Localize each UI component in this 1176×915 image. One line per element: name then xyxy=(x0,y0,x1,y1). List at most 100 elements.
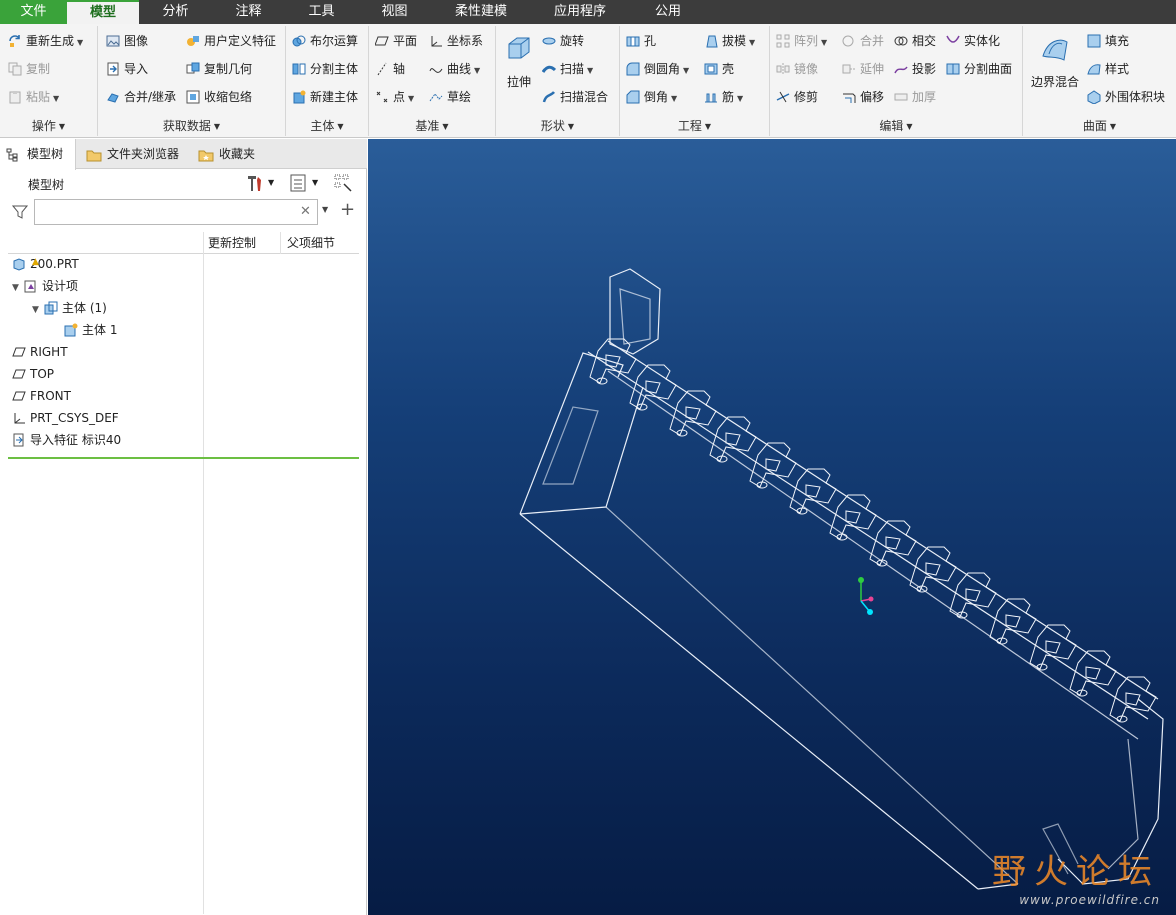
revolve-button[interactable]: 旋转 xyxy=(542,30,584,52)
axis-button[interactable]: 轴 xyxy=(375,58,405,80)
tab-flexible-modeling[interactable]: 柔性建模 xyxy=(431,0,531,24)
paste-button[interactable]: 粘贴 ▼ xyxy=(8,86,59,108)
boundary-blend-button[interactable]: 边界混合 xyxy=(1027,34,1083,90)
group-editing-label[interactable]: 编辑 ▼ xyxy=(770,118,1022,134)
split-surface-button[interactable]: 分割曲面 xyxy=(946,58,1012,80)
udf-button[interactable]: 用户定义特征 xyxy=(186,30,276,52)
chevron-down-icon[interactable]: ▼ xyxy=(77,38,83,47)
hole-button[interactable]: 孔 xyxy=(626,30,656,52)
shell-button[interactable]: 壳 xyxy=(704,58,734,80)
group-surfaces-label[interactable]: 曲面 ▼ xyxy=(1023,118,1176,134)
solidify-button[interactable]: 实体化 xyxy=(946,30,1000,52)
tree-item[interactable]: ▼ 设计项 xyxy=(12,275,78,297)
intersect-button[interactable]: 相交 xyxy=(894,30,936,52)
chevron-down-icon[interactable]: ▼ xyxy=(268,172,282,194)
group-datum-label[interactable]: 基准 ▼ xyxy=(369,118,495,134)
tab-utilities[interactable]: 公用 xyxy=(629,0,707,24)
project-button[interactable]: 投影 xyxy=(894,58,936,80)
tab-favorites[interactable]: 收藏夹 xyxy=(192,139,272,169)
import-button[interactable]: 导入 xyxy=(106,58,148,80)
chevron-down-icon[interactable]: ▼ xyxy=(683,66,689,75)
tree-settings-button[interactable] xyxy=(244,172,266,194)
copy-button[interactable]: 复制 xyxy=(8,58,50,80)
thicken-button[interactable]: 加厚 xyxy=(894,86,936,108)
chevron-down-icon[interactable]: ▼ xyxy=(53,94,59,103)
show-columns-button[interactable] xyxy=(288,172,310,194)
filter-icon[interactable] xyxy=(12,204,28,220)
column-update-control[interactable]: 更新控制 xyxy=(208,232,256,254)
column-parent-details[interactable]: 父项细节 xyxy=(287,232,335,254)
search-input[interactable] xyxy=(34,199,318,225)
group-engineering-label[interactable]: 工程 ▼ xyxy=(620,118,769,134)
tree-item[interactable]: RIGHT xyxy=(12,341,68,363)
chevron-down-icon[interactable]: ▼ xyxy=(587,66,593,75)
tab-applications[interactable]: 应用程序 xyxy=(531,0,629,24)
swept-blend-button[interactable]: 扫描混合 xyxy=(542,86,608,108)
tab-analysis[interactable]: 分析 xyxy=(139,0,212,24)
chevron-down-icon[interactable]: ▼ xyxy=(322,205,328,214)
chevron-down-icon[interactable]: ▼ xyxy=(821,38,827,47)
tab-view[interactable]: 视图 xyxy=(358,0,431,24)
round-button[interactable]: 倒圆角 ▼ xyxy=(626,58,689,80)
group-shape-label[interactable]: 形状 ▼ xyxy=(496,118,619,134)
tab-model[interactable]: 模型 xyxy=(67,0,139,24)
curve-button[interactable]: 曲线 ▼ xyxy=(429,58,480,80)
regenerate-button[interactable]: 重新生成 ▼ xyxy=(8,30,83,52)
extrude-button[interactable]: 拉伸 xyxy=(500,34,538,90)
tab-folder-browser[interactable]: 文件夹浏览器 xyxy=(80,139,190,169)
tree-item[interactable]: 导入特征 标识40 xyxy=(12,429,121,451)
draft-button[interactable]: 拔模 ▼ xyxy=(704,30,755,52)
boolean-button[interactable]: 布尔运算 xyxy=(292,30,358,52)
extend-button[interactable]: 延伸 xyxy=(842,58,884,80)
tree-item[interactable]: ▲ 200.PRT xyxy=(12,253,79,275)
mirror-button[interactable]: 镜像 xyxy=(776,58,818,80)
chevron-down-icon[interactable]: ▼ xyxy=(737,94,743,103)
tree-item[interactable]: ▼ 主体 (1) xyxy=(32,297,107,319)
chevron-down-icon[interactable]: ▼ xyxy=(671,94,677,103)
chevron-down-icon[interactable]: ▼ xyxy=(408,94,414,103)
tab-annotate[interactable]: 注释 xyxy=(212,0,285,24)
point-button[interactable]: 点 ▼ xyxy=(375,86,414,108)
sketch-button[interactable]: 草绘 xyxy=(429,86,471,108)
shrinkwrap-button[interactable]: 收缩包络 xyxy=(186,86,252,108)
merge-button[interactable]: 合并 xyxy=(842,30,884,52)
offset-icon xyxy=(843,93,856,103)
rib-button[interactable]: 筋 ▼ xyxy=(704,86,743,108)
expand-toggle-icon[interactable]: ▼ xyxy=(32,299,44,321)
tab-model-tree[interactable]: 模型树 xyxy=(0,139,76,170)
group-get-data-label[interactable]: 获取数据 ▼ xyxy=(98,118,285,134)
pattern-button[interactable]: 阵列 ▼ xyxy=(776,30,827,52)
tree-item[interactable]: TOP xyxy=(12,363,54,385)
enclosure-volume-button[interactable]: 外围体积块 xyxy=(1087,86,1165,108)
clear-icon[interactable]: ✕ xyxy=(300,204,311,219)
group-operations-label[interactable]: 操作 ▼ xyxy=(0,118,97,134)
tab-file[interactable]: 文件 xyxy=(0,0,67,24)
new-body-button[interactable]: 新建主体 xyxy=(292,86,358,108)
split-body-button[interactable]: 分割主体 xyxy=(292,58,358,80)
graphics-viewport[interactable]: 野火论坛 www.proewildfire.cn xyxy=(368,139,1176,915)
tree-item[interactable]: PRT_CSYS_DEF xyxy=(12,407,119,429)
expand-toggle-icon[interactable]: ▼ xyxy=(12,277,24,299)
tree-filter-button[interactable] xyxy=(332,172,354,194)
hole-label: 孔 xyxy=(644,34,657,48)
chevron-down-icon[interactable]: ▼ xyxy=(474,66,480,75)
add-icon[interactable]: + xyxy=(340,199,355,220)
copy-geometry-button[interactable]: 复制几何 xyxy=(186,58,252,80)
sweep-button[interactable]: 扫描 ▼ xyxy=(542,58,593,80)
group-body-label[interactable]: 主体 ▼ xyxy=(286,118,368,134)
tab-tools[interactable]: 工具 xyxy=(285,0,358,24)
image-button[interactable]: 图像 xyxy=(106,30,148,52)
chamfer-button[interactable]: 倒角 ▼ xyxy=(626,86,677,108)
trim-button[interactable]: 修剪 xyxy=(776,86,818,108)
fill-button[interactable]: 填充 xyxy=(1087,30,1129,52)
chevron-down-icon[interactable]: ▼ xyxy=(312,172,326,194)
chevron-down-icon[interactable]: ▼ xyxy=(749,38,755,47)
style-button[interactable]: 样式 xyxy=(1087,58,1129,80)
merge-inherit-button[interactable]: 合并/继承 xyxy=(106,86,176,108)
panel-tabs: 模型树 文件夹浏览器 收藏夹 xyxy=(0,139,367,170)
plane-button[interactable]: 平面 xyxy=(375,30,417,52)
offset-button[interactable]: 偏移 xyxy=(842,86,884,108)
tree-item[interactable]: FRONT xyxy=(12,385,71,407)
csys-button[interactable]: 坐标系 xyxy=(429,30,483,52)
tree-item[interactable]: 主体 1 xyxy=(52,319,117,341)
